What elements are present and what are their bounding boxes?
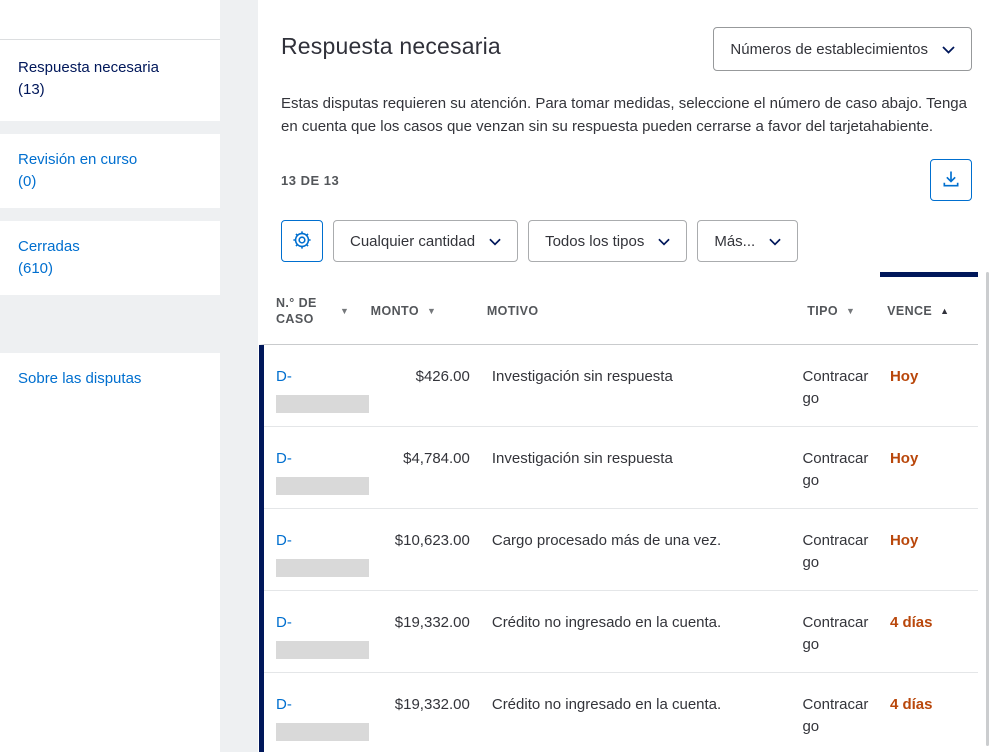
case-cell: D- [264, 509, 369, 577]
filter-bar: Cualquier cantidad Todos los tipos Más..… [281, 220, 1005, 262]
more-filters-label: Más... [714, 233, 755, 250]
reason-cell: Investigación sin respuesta [480, 427, 795, 470]
results-row: 13 DE 13 [258, 159, 1005, 201]
page-header: Respuesta necesaria Números de estableci… [258, 0, 1005, 71]
type-cell: Contracargo [794, 509, 884, 574]
sort-caret-up-icon: ▲ [940, 303, 949, 319]
case-cell: D- [264, 345, 369, 413]
page-title: Respuesta necesaria [281, 33, 501, 60]
more-filters-dropdown[interactable]: Más... [697, 220, 798, 262]
table-row[interactable]: D- $4,784.00 Investigación sin respuesta… [264, 427, 978, 509]
reason-cell: Crédito no ingresado en la cuenta. [480, 673, 795, 716]
chevron-down-icon [942, 46, 955, 54]
type-filter-dropdown[interactable]: Todos los tipos [528, 220, 687, 262]
sidebar-gap [0, 295, 220, 353]
case-cell: D- [264, 427, 369, 495]
case-link[interactable]: D- [276, 366, 292, 388]
due-cell: Hoy [884, 345, 978, 388]
table-row[interactable]: D- $10,623.00 Cargo procesado más de una… [264, 509, 978, 591]
amount-cell: $426.00 [369, 345, 480, 388]
page-description: Estas disputas requieren su atención. Pa… [281, 92, 970, 138]
case-cell: D- [264, 673, 369, 741]
type-cell: Contracargo [794, 427, 884, 492]
reason-cell: Investigación sin respuesta [480, 345, 795, 388]
due-cell: Hoy [884, 427, 978, 470]
table-row[interactable]: D- $19,332.00 Crédito no ingresado en la… [264, 591, 978, 673]
table-row[interactable]: D- $19,332.00 Crédito no ingresado en la… [264, 673, 978, 752]
type-cell: Contracargo [794, 345, 884, 410]
amount-cell: $19,332.00 [369, 591, 480, 634]
column-header-motivo[interactable]: MOTIVO [475, 303, 799, 319]
chevron-down-icon [658, 238, 670, 246]
table-settings-button[interactable] [281, 220, 323, 262]
results-count: 13 DE 13 [281, 173, 339, 188]
case-link[interactable]: D- [276, 530, 292, 552]
column-header-vence[interactable]: VENCE ▲ [881, 303, 978, 319]
sidebar: Respuesta necesaria (13) Revisión en cur… [0, 0, 258, 752]
amount-cell: $19,332.00 [369, 673, 480, 716]
amount-cell: $10,623.00 [369, 509, 480, 552]
due-cell: 4 días [884, 673, 978, 716]
chevron-down-icon [769, 238, 781, 246]
amount-filter-dropdown[interactable]: Cualquier cantidad [333, 220, 518, 262]
download-button[interactable] [930, 159, 972, 201]
amount-cell: $4,784.00 [369, 427, 480, 470]
sort-caret-down-icon: ▼ [846, 303, 855, 319]
sidebar-item-revision-en-curso[interactable]: Revisión en curso (0) [0, 134, 220, 208]
sort-caret-down-icon: ▼ [427, 303, 436, 319]
sort-caret-down-icon: ▼ [340, 303, 349, 319]
sidebar-item-sobre-las-disputas[interactable]: Sobre las disputas [0, 353, 220, 405]
amount-filter-label: Cualquier cantidad [350, 233, 475, 250]
chevron-down-icon [489, 238, 501, 246]
case-link[interactable]: D- [276, 448, 292, 470]
type-cell: Contracargo [794, 673, 884, 738]
reason-cell: Cargo procesado más de una vez. [480, 509, 795, 552]
case-cell: D- [264, 591, 369, 659]
redacted-case-number [276, 559, 369, 577]
sidebar-item-respuesta-necesaria[interactable]: Respuesta necesaria (13) [0, 40, 220, 121]
disputes-table: N.° DE CASO ▼ MONTO ▼ MOTIVO TIPO ▼ VENC… [259, 272, 978, 752]
type-cell: Contracargo [794, 591, 884, 656]
column-header-tipo[interactable]: TIPO ▼ [799, 303, 881, 319]
sidebar-item-cerradas[interactable]: Cerradas (610) [0, 221, 220, 295]
main-content: Respuesta necesaria Números de estableci… [258, 0, 1005, 752]
active-sort-column-indicator [880, 272, 978, 277]
due-cell: 4 días [884, 591, 978, 634]
table-scrollbar[interactable] [986, 272, 989, 746]
due-cell: Hoy [884, 509, 978, 552]
column-header-monto[interactable]: MONTO ▼ [371, 303, 475, 319]
column-header-case[interactable]: N.° DE CASO ▼ [264, 295, 371, 327]
table-row[interactable]: D- $426.00 Investigación sin respuesta C… [264, 345, 978, 427]
table-header-row: N.° DE CASO ▼ MONTO ▼ MOTIVO TIPO ▼ VENC… [259, 272, 978, 345]
case-link[interactable]: D- [276, 694, 292, 716]
sidebar-top-spacer [0, 0, 220, 40]
table-body: D- $426.00 Investigación sin respuesta C… [259, 345, 978, 752]
merchant-selector-label: Números de establecimientos [730, 41, 928, 58]
redacted-case-number [276, 641, 369, 659]
sidebar-column: Respuesta necesaria (13) Revisión en cur… [0, 0, 220, 752]
disputes-page: Respuesta necesaria (13) Revisión en cur… [0, 0, 1005, 752]
redacted-case-number [276, 723, 369, 741]
type-filter-label: Todos los tipos [545, 233, 644, 250]
sidebar-background [0, 405, 220, 752]
redacted-case-number [276, 477, 369, 495]
sidebar-gap [0, 121, 220, 134]
reason-cell: Crédito no ingresado en la cuenta. [480, 591, 795, 634]
sidebar-gap [0, 208, 220, 221]
redacted-case-number [276, 395, 369, 413]
merchant-selector-dropdown[interactable]: Números de establecimientos [713, 27, 972, 71]
case-link[interactable]: D- [276, 612, 292, 634]
gear-icon [291, 229, 313, 254]
download-icon [941, 169, 961, 192]
